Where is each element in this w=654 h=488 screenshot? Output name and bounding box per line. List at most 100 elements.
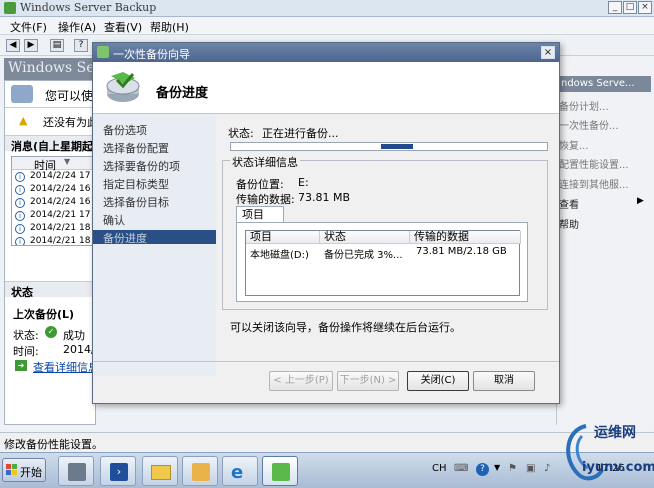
run-icon (192, 463, 210, 481)
ie-icon: e (231, 462, 244, 483)
action-performance-settings[interactable]: 配置性能设置... (559, 156, 629, 171)
watermark-logo: 运维网 iyunv.com (556, 418, 654, 488)
step-select-items: 选择要备份的项 (103, 160, 180, 173)
column-item[interactable]: 项目 (246, 231, 320, 244)
message-time: 2014/2/21 18 (30, 236, 91, 246)
sort-arrow-icon: ▼ (64, 157, 71, 166)
column-status[interactable]: 状态 (320, 231, 410, 244)
close-button[interactable]: × (638, 1, 652, 14)
status-value: 成功 (63, 329, 85, 342)
messages-header: 消息(自上星期起 (5, 135, 95, 153)
minimize-button[interactable]: _ (608, 1, 622, 14)
table-cell-item: 本地磁盘(D:) (250, 250, 309, 261)
keyboard-icon[interactable]: ⌨ (454, 463, 468, 474)
status-bar-text: 修改备份性能设置。 (4, 438, 103, 451)
message-time: 2014/2/24 16 (30, 197, 91, 207)
taskbar-backup[interactable] (262, 456, 298, 486)
success-icon: ✓ (45, 326, 57, 338)
message-row[interactable]: i 2014/2/24 16 (12, 197, 96, 210)
messages-header-label: 消息(自上星期起 (11, 140, 94, 153)
action-recover[interactable]: 恢复... (559, 137, 589, 152)
taskbar-powershell[interactable]: › (100, 456, 136, 486)
message-time: 2014/2/21 18 (30, 223, 91, 233)
action-connect-other-server[interactable]: 连接到其他服... (559, 176, 629, 191)
help-icon[interactable]: ? (74, 39, 88, 52)
message-time: 2014/2/21 17 (30, 210, 91, 220)
console-tree-icon[interactable]: ▤ (50, 39, 64, 52)
language-indicator[interactable]: CH (432, 463, 447, 474)
menu-view[interactable]: 查看(V) (104, 19, 142, 35)
items-table: 项目 状态 传输的数据 本地磁盘(D:) 备份已完成 3%... 73.81 M… (245, 230, 521, 296)
back-icon[interactable]: ◀ (6, 39, 20, 52)
taskbar-run[interactable] (182, 456, 218, 486)
action-backup-schedule[interactable]: 备份计划... (559, 98, 609, 113)
info-icon: i (15, 237, 25, 245)
powershell-icon: › (110, 463, 128, 481)
taskbar-ie[interactable]: e (222, 456, 258, 486)
taskbar-explorer[interactable] (142, 456, 178, 486)
snapin-banner: Windows Serve (4, 58, 117, 80)
forward-icon[interactable]: ▶ (24, 39, 38, 52)
info-icon: i (15, 198, 25, 208)
step-progress-label: 备份进度 (103, 232, 147, 245)
time-column-header[interactable]: 时间 ▼ (12, 157, 96, 172)
next-button[interactable]: 下一步(N) > (337, 371, 399, 391)
prev-button[interactable]: < 上一步(P) (269, 371, 333, 391)
volume-icon[interactable]: ♪ (544, 463, 550, 474)
action-help[interactable]: 帮助 (559, 216, 579, 231)
info-icon: i (15, 211, 25, 221)
backup-task-icon (272, 463, 290, 481)
maximize-button[interactable]: □ (623, 1, 637, 14)
actions-header: ndows Serve... (557, 76, 651, 92)
message-row[interactable]: i 2014/2/21 17 (12, 210, 96, 223)
folder-icon (151, 465, 171, 480)
menu-help[interactable]: 帮助(H) (150, 19, 189, 35)
backup-wizard-dialog: 一次性备份向导 × 备份进度 备份选项 选择备份配置 选择要备份的项 指定目标类… (92, 42, 560, 404)
status-label: 状态: (13, 329, 39, 342)
column-transferred[interactable]: 传输的数据 (410, 231, 521, 244)
network-icon[interactable]: ▣ (526, 463, 535, 474)
background-hint: 可以关闭该向导，备份操作将继续在后台运行。 (230, 321, 461, 334)
menu-action[interactable]: 操作(A) (58, 19, 96, 35)
start-button[interactable]: 开始 (2, 458, 46, 482)
notice-title: 您可以使 (45, 89, 94, 103)
dialog-title: 一次性备份向导 (113, 48, 190, 61)
status-header-label: 状态 (11, 286, 33, 299)
close-dialog-button[interactable]: 关闭(C) (407, 371, 469, 391)
message-row[interactable]: i 2014/2/24 16 (12, 184, 96, 197)
step-target-type: 指定目标类型 (103, 178, 169, 191)
footer-divider (93, 361, 559, 362)
dialog-title-bar: 一次性备份向导 × (93, 43, 559, 62)
divider (5, 107, 95, 108)
details-group-caption: 状态详细信息 (230, 154, 300, 170)
taskbar-server-manager[interactable] (58, 456, 94, 486)
action-once-backup[interactable]: 一次性备份... (559, 117, 619, 132)
main-window-title: Windows Server Backup (20, 1, 157, 14)
action-view[interactable]: 查看 (559, 196, 579, 211)
message-row[interactable]: i 2014/2/21 18 (12, 236, 96, 246)
start-label: 开始 (20, 466, 42, 479)
menu-file[interactable]: 文件(F) (10, 19, 47, 35)
server-manager-icon (68, 463, 86, 481)
flag-tray-icon[interactable]: ⚑ (508, 463, 517, 474)
wizard-steps: 备份选项 选择备份配置 选择要备份的项 指定目标类型 选择备份目标 确认 备份进… (93, 114, 216, 376)
wizard-content: 状态: 正在进行备份... 状态详细信息 备份位置: E: 传输的数据: 73.… (216, 114, 559, 376)
tray-expand-icon[interactable]: ▼ (494, 463, 500, 472)
dialog-header: 备份进度 (93, 62, 559, 114)
dialog-close-button[interactable]: × (541, 46, 555, 59)
message-row[interactable]: i 2014/2/24 17 (12, 171, 96, 184)
messages-list: 时间 ▼ i 2014/2/24 17 i 2014/2/24 16 i 2014/2/2… (11, 156, 97, 246)
step-progress-active: 备份进度 (93, 230, 216, 245)
backup-disk-icon (106, 72, 140, 102)
actions-pane: ndows Serve... 备份计划... 一次性备份... 恢复... 配置… (556, 58, 651, 425)
help-tray-icon[interactable]: ? (476, 463, 489, 476)
view-details-link[interactable]: 查看详细信息 (33, 359, 99, 375)
watermark-line2: iyunv.com (582, 460, 654, 475)
info-icon: i (15, 172, 25, 182)
tab-items[interactable]: 项目 (236, 206, 284, 223)
message-row[interactable]: i 2014/2/21 18 (12, 223, 96, 236)
app-icon (4, 2, 16, 14)
message-time: 2014/2/24 16 (30, 184, 91, 194)
backup-progress-bar (230, 142, 548, 151)
cancel-button[interactable]: 取消 (473, 371, 535, 391)
